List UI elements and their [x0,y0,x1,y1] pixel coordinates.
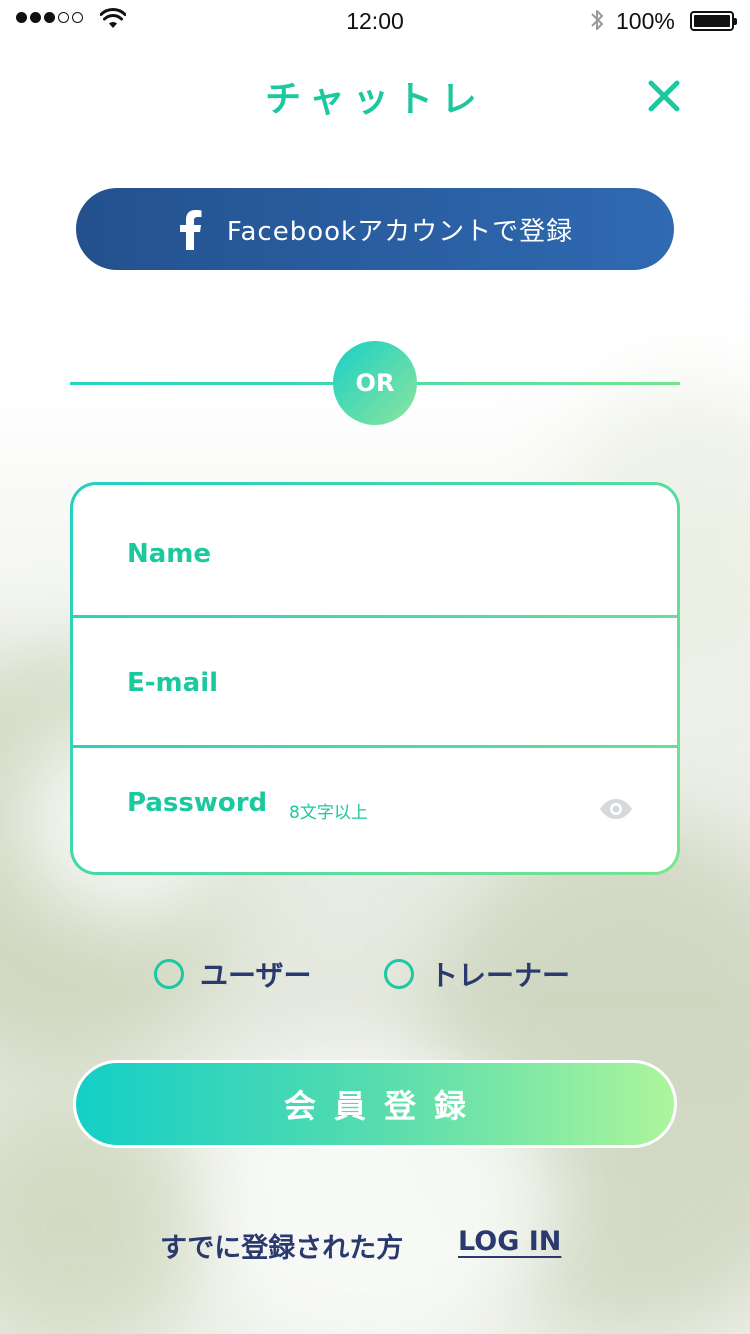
radio-user[interactable]: ユーザー [154,954,311,994]
signup-form: Name E-mail Password 8文字以上 [70,482,680,875]
radio-trainer[interactable]: トレーナー [384,954,570,994]
login-link[interactable]: LOG IN [458,1226,561,1257]
facebook-icon [179,210,202,250]
show-password-eye-icon[interactable] [599,798,633,820]
name-label: Name [127,539,212,569]
radio-button-icon [384,959,414,989]
radio-trainer-label: トレーナー [430,959,571,992]
or-badge: OR [333,341,417,425]
close-icon[interactable] [646,78,682,114]
divider-line [416,382,680,385]
already-registered-text: すでに登録された方 [160,1233,404,1264]
password-label: Password [127,788,268,818]
facebook-signup-button[interactable]: Facebookアカウントで登録 [76,188,674,270]
radio-user-label: ユーザー [200,959,312,992]
password-hint: 8文字以上 [289,803,368,823]
battery-percent: 100% [616,8,675,34]
divider-line [70,382,334,385]
name-field[interactable]: Name [73,485,677,615]
password-field[interactable]: Password 8文字以上 [73,748,677,872]
facebook-signup-label: Facebookアカウントで登録 [226,216,574,247]
email-field[interactable]: E-mail [73,618,677,745]
battery-icon [690,11,737,31]
bluetooth-icon [591,10,603,30]
status-bar: 12:00 100% [0,0,750,40]
radio-button-icon [154,959,184,989]
register-button-label: 会員登録 [283,1087,484,1125]
register-button[interactable]: 会員登録 [73,1060,677,1148]
email-label: E-mail [127,668,219,698]
app-title: チャットレ [265,79,485,120]
